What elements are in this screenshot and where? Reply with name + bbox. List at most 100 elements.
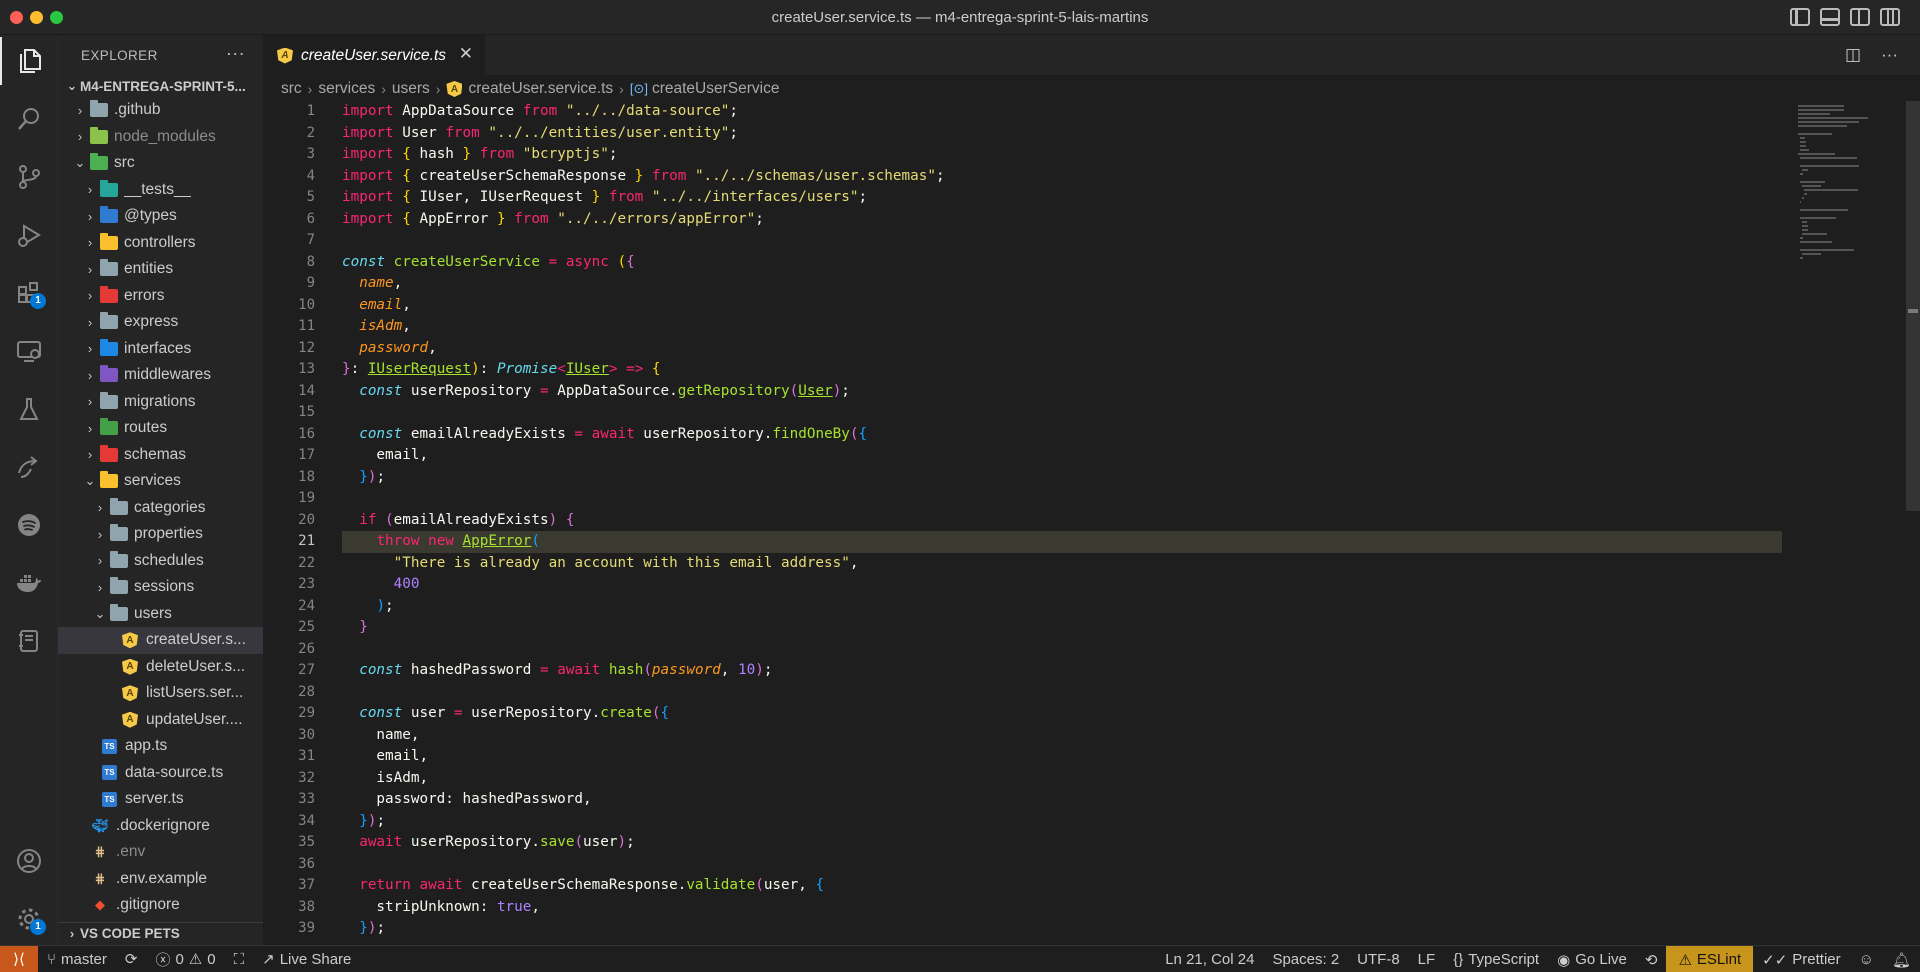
toggle-panel-icon[interactable]	[1820, 8, 1840, 26]
code-line[interactable]: });	[342, 918, 1782, 940]
spotify-icon[interactable]	[0, 501, 58, 549]
code-editor[interactable]: 1 2 3 4 5 6 7 8 9 10 11 12 13 14 15 16 17 18 19 20 21 22 23 24 2…	[263, 101, 1920, 945]
code-line[interactable]	[342, 488, 1782, 510]
live-share-icon[interactable]	[0, 443, 58, 491]
remote-indicator-icon[interactable]: ⟩⟨	[0, 945, 38, 972]
tree-item[interactable]: › routes	[58, 415, 263, 442]
code-line[interactable]: );	[342, 596, 1782, 618]
notifications-button[interactable]: 🔔︎	[1883, 946, 1920, 972]
tree-item[interactable]: › errors	[58, 283, 263, 310]
tree-item[interactable]: › node_modules	[58, 124, 263, 151]
scrollbar-thumb[interactable]	[1906, 101, 1920, 511]
code-line[interactable]: isAdm,	[342, 768, 1782, 790]
run-debug-icon[interactable]	[0, 211, 58, 259]
code-line[interactable]: if (emailAlreadyExists) {	[342, 510, 1782, 532]
code-line[interactable]: password: hashedPassword,	[342, 789, 1782, 811]
extensions-icon[interactable]: 1	[0, 269, 58, 317]
breadcrumb-item[interactable]: services	[318, 80, 375, 98]
tree-item[interactable]: › controllers	[58, 230, 263, 257]
code-line[interactable]	[342, 402, 1782, 424]
tree-item[interactable]: › properties	[58, 521, 263, 548]
breadcrumb-item[interactable]: createUser.service.ts	[468, 80, 613, 98]
more-actions-icon[interactable]: ···	[226, 43, 245, 64]
editor-scrollbar[interactable]	[1906, 101, 1920, 945]
code-line[interactable]: await userRepository.save(user);	[342, 832, 1782, 854]
code-line[interactable]: import { IUser, IUserRequest } from "../…	[342, 187, 1782, 209]
sync-settings-button[interactable]: ⟲	[1636, 946, 1667, 972]
tree-item[interactable]: › schemas	[58, 442, 263, 469]
code-line[interactable]: password,	[342, 338, 1782, 360]
cursor-position[interactable]: Ln 21, Col 24	[1156, 946, 1263, 972]
code-line[interactable]: });	[342, 467, 1782, 489]
ports-button[interactable]: ⛶	[225, 946, 254, 972]
code-line[interactable]: import { createUserSchemaResponse } from…	[342, 166, 1782, 188]
code-line[interactable]: }: IUserRequest): Promise<IUser> => {	[342, 359, 1782, 381]
tree-item[interactable]: ⋕ .env.example	[58, 866, 263, 893]
language-mode[interactable]: {} TypeScript	[1444, 946, 1548, 972]
tree-item[interactable]: › migrations	[58, 389, 263, 416]
notebook-icon[interactable]	[0, 617, 58, 665]
toggle-secondary-sidebar-icon[interactable]	[1850, 8, 1870, 26]
breadcrumb-item[interactable]: createUserService	[652, 80, 780, 98]
more-editor-actions-icon[interactable]: ···	[1881, 45, 1898, 65]
sync-button[interactable]: ⟳	[116, 946, 147, 972]
code-line[interactable]: throw new AppError(	[342, 531, 1782, 553]
tab-createuser-service[interactable]: createUser.service.ts ✕	[263, 35, 485, 75]
tree-item[interactable]: ⌄ services	[58, 468, 263, 495]
code-line[interactable]	[342, 682, 1782, 704]
code-line[interactable]: import { AppError } from "../../errors/a…	[342, 209, 1782, 231]
code-line[interactable]: name,	[342, 273, 1782, 295]
minimap[interactable]	[1790, 101, 1900, 945]
tree-item[interactable]: › __tests__	[58, 177, 263, 204]
code-line[interactable]: "There is already an account with this e…	[342, 553, 1782, 575]
settings-gear-icon[interactable]: 1	[0, 895, 58, 943]
problems-status[interactable]: ⓧ 0 ⚠ 0	[146, 946, 224, 972]
close-tab-icon[interactable]: ✕	[459, 44, 473, 64]
code-line[interactable]: import AppDataSource from "../../data-so…	[342, 101, 1782, 123]
remote-explorer-icon[interactable]	[0, 327, 58, 375]
code-area[interactable]: import AppDataSource from "../../data-so…	[342, 101, 1782, 940]
tree-item[interactable]: deleteUser.s...	[58, 654, 263, 681]
tree-item[interactable]: 🐳︎ .dockerignore	[58, 813, 263, 840]
toggle-primary-sidebar-icon[interactable]	[1790, 8, 1810, 26]
tree-item[interactable]: › categories	[58, 495, 263, 522]
code-line[interactable]: import { hash } from "bcryptjs";	[342, 144, 1782, 166]
customize-layout-icon[interactable]	[1880, 8, 1900, 26]
tree-item[interactable]: updateUser....	[58, 707, 263, 734]
search-icon[interactable]	[0, 95, 58, 143]
code-line[interactable]: const emailAlreadyExists = await userRep…	[342, 424, 1782, 446]
tree-item[interactable]: ⌄ src	[58, 150, 263, 177]
vscode-pets-section[interactable]: › VS CODE PETS	[58, 922, 263, 944]
indentation-status[interactable]: Spaces: 2	[1263, 946, 1348, 972]
feedback-button[interactable]: ☺	[1850, 946, 1883, 972]
code-line[interactable]	[342, 854, 1782, 876]
explorer-icon[interactable]	[0, 37, 58, 85]
code-line[interactable]: email,	[342, 295, 1782, 317]
branch-status[interactable]: ⑂ master	[38, 946, 116, 972]
encoding-status[interactable]: UTF-8	[1348, 946, 1409, 972]
code-line[interactable]: stripUnknown: true,	[342, 897, 1782, 919]
code-line[interactable]: const hashedPassword = await hash(passwo…	[342, 660, 1782, 682]
source-control-icon[interactable]	[0, 153, 58, 201]
account-icon[interactable]	[0, 837, 58, 885]
tree-item[interactable]: › middlewares	[58, 362, 263, 389]
code-line[interactable]: import User from "../../entities/user.en…	[342, 123, 1782, 145]
tree-item[interactable]: › express	[58, 309, 263, 336]
code-line[interactable]: 400	[342, 574, 1782, 596]
eol-status[interactable]: LF	[1409, 946, 1445, 972]
code-line[interactable]: return await createUserSchemaResponse.va…	[342, 875, 1782, 897]
live-share-status[interactable]: ↗ Live Share	[253, 946, 360, 972]
tree-item[interactable]: › schedules	[58, 548, 263, 575]
tree-item[interactable]: ⌄ users	[58, 601, 263, 628]
code-line[interactable]	[342, 230, 1782, 252]
tree-item[interactable]: › .github	[58, 97, 263, 124]
code-line[interactable]: const user = userRepository.create({	[342, 703, 1782, 725]
tree-item[interactable]: TS server.ts	[58, 786, 263, 813]
tree-item[interactable]: › sessions	[58, 574, 263, 601]
code-line[interactable]: }	[342, 617, 1782, 639]
tree-item[interactable]: TS data-source.ts	[58, 760, 263, 787]
code-line[interactable]: const createUserService = async ({	[342, 252, 1782, 274]
tree-item[interactable]: listUsers.ser...	[58, 680, 263, 707]
code-line[interactable]: email,	[342, 445, 1782, 467]
tree-item[interactable]: › entities	[58, 256, 263, 283]
